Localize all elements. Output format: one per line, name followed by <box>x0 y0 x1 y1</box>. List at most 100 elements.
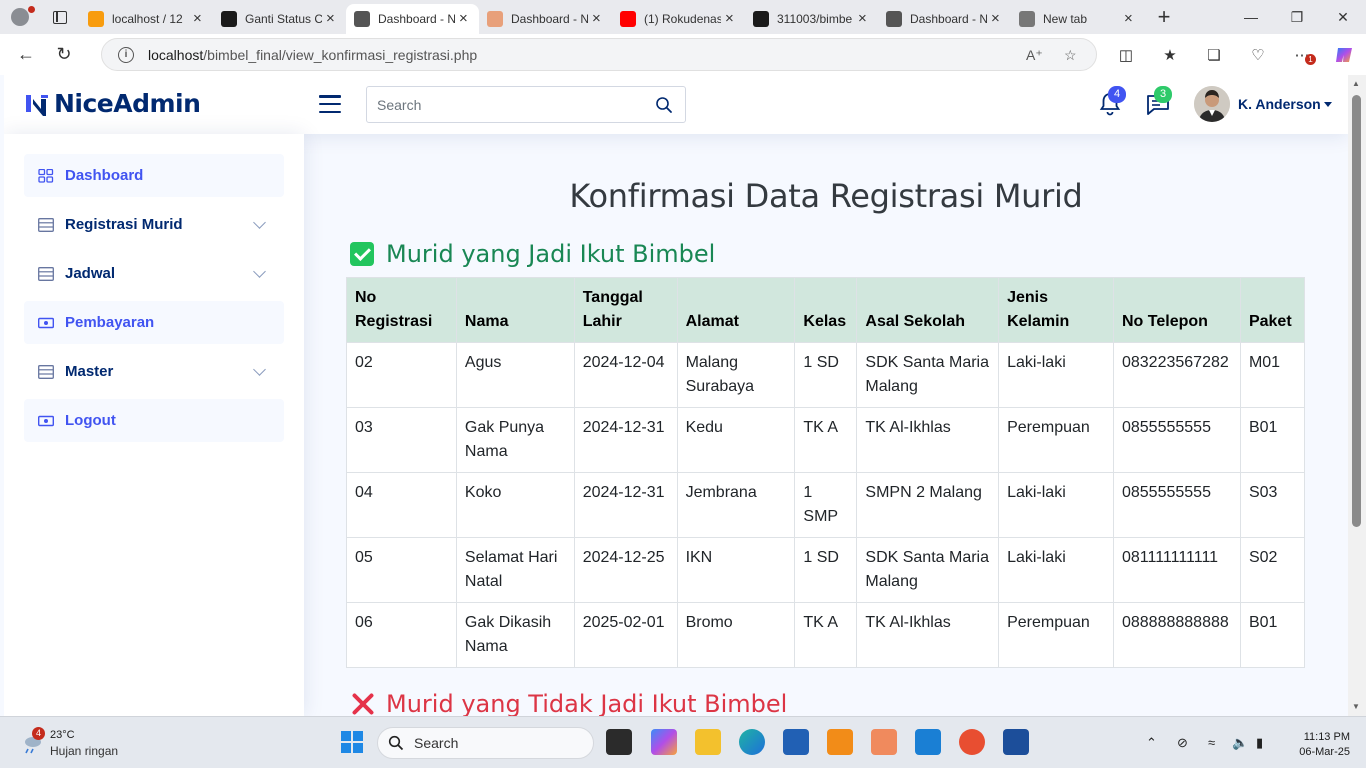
read-aloud-icon[interactable]: A⁺ <box>1026 47 1043 64</box>
address-bar[interactable]: i localhost/bimbel_final/view_konfirmasi… <box>101 38 1097 71</box>
sidebar-item[interactable]: Master <box>24 350 284 393</box>
vscode-icon[interactable] <box>915 729 941 755</box>
browser-tab[interactable]: Dashboard - N × <box>878 4 1011 34</box>
search-icon[interactable] <box>655 96 673 114</box>
browser-tab[interactable]: New tab × <box>1011 4 1144 34</box>
close-tab-icon[interactable]: × <box>592 11 604 26</box>
weather-widget[interactable]: 4 23°C Hujan ringan <box>20 727 140 761</box>
close-tab-icon[interactable]: × <box>1124 11 1136 26</box>
browser-tab[interactable]: Dashboard - N × <box>479 4 612 34</box>
table-row: 06 Gak Dikasih Nama 2025-02-01 Bromo TK A TK … <box>346 602 1306 668</box>
collections-icon[interactable]: ❏ <box>1202 43 1226 67</box>
tab-title: Dashboard - N <box>378 12 455 26</box>
profile-button[interactable] <box>0 0 40 34</box>
site-info-icon[interactable]: i <box>118 46 134 63</box>
network-off-icon[interactable]: ⊘ <box>1177 735 1188 751</box>
browser-tab[interactable]: Dashboard - N × <box>346 4 479 34</box>
column-header: Jenis Kelamin <box>998 277 1114 343</box>
taskbar-search[interactable]: Search <box>377 727 594 759</box>
table-cell: Laki-laki <box>998 472 1114 538</box>
extension-badge: 1 <box>1305 54 1316 65</box>
url-text[interactable]: localhost/bimbel_final/view_konfirmasi_r… <box>148 47 477 63</box>
close-tab-icon[interactable]: × <box>725 11 737 26</box>
chevron-down-icon[interactable] <box>253 265 266 278</box>
close-tab-icon[interactable]: × <box>326 11 338 26</box>
sidebar-item[interactable]: Jadwal <box>24 252 284 295</box>
browser-tab[interactable]: localhost / 12 × <box>80 4 213 34</box>
favorite-star-icon[interactable]: ☆ <box>1064 47 1077 64</box>
table-cell: 06 <box>346 602 457 668</box>
weather-badge: 4 <box>32 727 45 740</box>
wifi-icon[interactable]: ≈ <box>1208 735 1215 750</box>
table-cell: Kedu <box>676 407 796 473</box>
reload-button[interactable]: ↻ <box>46 39 82 71</box>
git-icon[interactable] <box>959 729 985 755</box>
app-icon-orange[interactable] <box>827 729 853 755</box>
table-cell: Perempuan <box>998 602 1114 668</box>
minimize-button[interactable]: — <box>1228 0 1274 34</box>
close-tab-icon[interactable]: × <box>193 11 205 26</box>
browser-tab[interactable]: 311003/bimbe × <box>745 4 878 34</box>
tab-favicon-icon <box>620 11 636 27</box>
chevron-down-icon[interactable] <box>253 363 266 376</box>
sidebar-item-label: Pembayaran <box>65 314 155 331</box>
table-cell: S03 <box>1239 472 1306 538</box>
close-window-button[interactable]: ✕ <box>1320 0 1366 34</box>
microsoft-store-icon[interactable] <box>783 729 809 755</box>
copilot-app-icon[interactable] <box>651 729 677 755</box>
tab-favicon-icon <box>88 11 104 27</box>
column-header: Kelas <box>794 277 858 343</box>
table-cell: Perempuan <box>998 407 1114 473</box>
avatar[interactable] <box>1194 86 1230 122</box>
table-cell: Selamat Hari Natal <box>455 537 575 603</box>
sidebar-item[interactable]: Logout <box>24 399 284 442</box>
chevron-down-icon[interactable] <box>1324 102 1332 107</box>
xampp-icon[interactable] <box>871 729 897 755</box>
close-tab-icon[interactable]: × <box>991 11 1003 26</box>
close-tab-icon[interactable]: × <box>858 11 870 26</box>
column-header: Asal Sekolah <box>856 277 1000 343</box>
new-tab-button[interactable]: + <box>1144 0 1184 34</box>
column-header: Paket <box>1239 277 1306 343</box>
user-name[interactable]: K. Anderson <box>1238 96 1321 112</box>
browser-tab[interactable]: (1) Rokudenas × <box>612 4 745 34</box>
table-cell: TK A <box>794 602 858 668</box>
favorites-icon[interactable]: ★ <box>1158 43 1182 67</box>
logo-text: NiceAdmin <box>54 89 201 118</box>
tab-actions-button[interactable] <box>40 0 80 34</box>
table-cell: Jembrana <box>676 472 796 538</box>
edge-browser-icon[interactable] <box>739 729 765 755</box>
browser-tab[interactable]: Ganti Status C × <box>213 4 346 34</box>
page-scrollbar[interactable]: ▲ ▼ <box>1348 75 1366 716</box>
back-button[interactable]: ← <box>8 39 44 71</box>
volume-icon[interactable]: 🔈 <box>1232 735 1248 751</box>
toggle-sidebar-icon[interactable] <box>319 95 341 113</box>
battery-icon[interactable]: ▮ <box>1256 735 1263 751</box>
table-row: 05 Selamat Hari Natal 2024-12-25 IKN 1 SD SDK… <box>346 537 1306 603</box>
scrollbar-thumb[interactable] <box>1352 95 1361 527</box>
windows-start-icon[interactable] <box>339 729 365 755</box>
search-bar <box>366 86 686 123</box>
split-screen-icon[interactable]: ◫ <box>1114 43 1138 67</box>
chevron-down-icon[interactable] <box>253 216 266 229</box>
performance-icon[interactable]: ♡ <box>1246 43 1270 67</box>
task-view-icon[interactable] <box>606 729 632 755</box>
sidebar-item[interactable]: Registrasi Murid <box>24 203 284 246</box>
taskbar-search-label: Search <box>414 735 459 751</box>
file-explorer-icon[interactable] <box>695 729 721 755</box>
scroll-up-icon[interactable]: ▲ <box>1352 79 1360 88</box>
scroll-down-icon[interactable]: ▼ <box>1352 702 1360 711</box>
tray-overflow-icon[interactable]: ⌃ <box>1146 735 1157 751</box>
copilot-icon[interactable] <box>1332 43 1356 67</box>
column-header: No Telepon <box>1112 277 1241 343</box>
close-tab-icon[interactable]: × <box>459 11 471 26</box>
clock[interactable]: 11:13 PM 06-Mar-25 <box>1280 730 1350 760</box>
tab-title: Ganti Status C <box>245 12 322 26</box>
notepad-icon[interactable] <box>1003 729 1029 755</box>
restore-button[interactable]: ❐ <box>1274 0 1320 34</box>
search-input[interactable] <box>367 87 637 122</box>
sidebar-item[interactable]: Dashboard <box>24 154 284 197</box>
cash-icon <box>37 316 55 330</box>
logo[interactable]: NiceAdmin <box>24 89 201 118</box>
sidebar-item[interactable]: Pembayaran <box>24 301 284 344</box>
